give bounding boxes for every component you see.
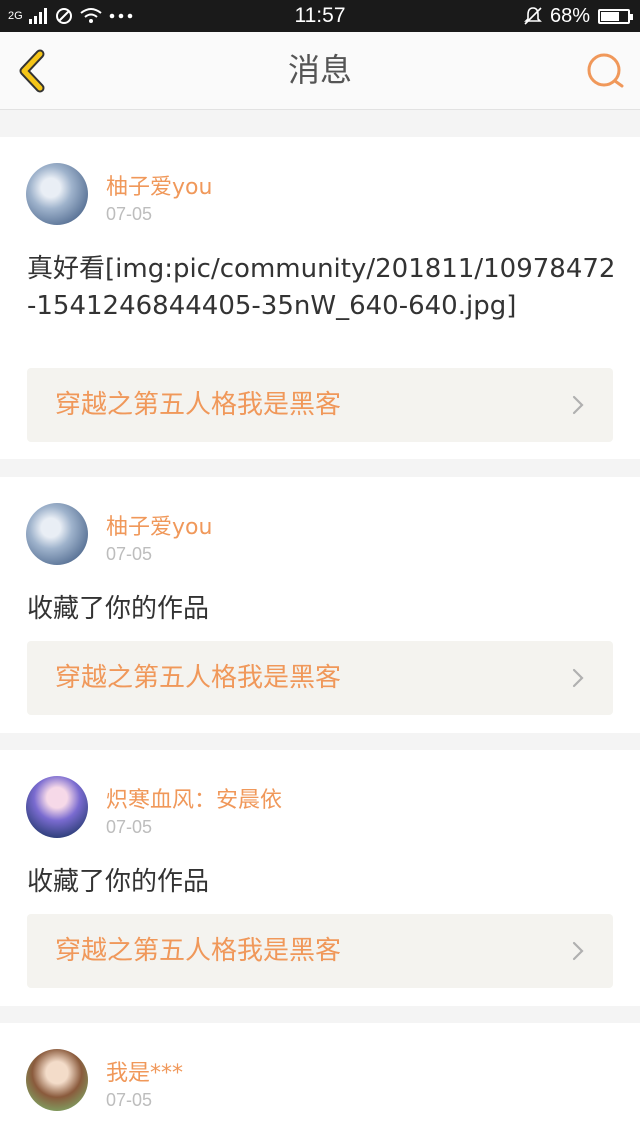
message-content: 收藏了你的作品 [27, 867, 210, 897]
message-card: 我是*** 07-05 [0, 1023, 640, 1138]
username[interactable]: 我是*** [106, 1055, 183, 1087]
search-icon [587, 53, 624, 88]
message-content: 收藏了你的作品 [27, 594, 210, 624]
username[interactable]: 柚子爱you [106, 169, 212, 201]
page-title: 消息 [287, 51, 352, 89]
chevron-right-icon [572, 395, 584, 415]
work-link[interactable]: 穿越之第五人格我是黑客 [27, 914, 613, 988]
mute-bell-icon [524, 7, 542, 25]
chevron-right-icon [572, 941, 584, 961]
message-card: 柚子爱you 07-05 真好看[img:pic/community/20181… [0, 137, 640, 459]
message-content: 真好看[img:pic/community/201811/10978472-15… [27, 254, 616, 321]
avatar[interactable] [26, 163, 88, 225]
work-link[interactable]: 穿越之第五人格我是黑客 [27, 641, 613, 715]
username[interactable]: 柚子爱you [106, 509, 212, 541]
work-title: 穿越之第五人格我是黑客 [55, 390, 342, 420]
avatar[interactable] [26, 1049, 88, 1111]
battery-icon [598, 8, 633, 24]
work-title: 穿越之第五人格我是黑客 [55, 663, 342, 693]
message-date: 07-05 [106, 817, 153, 837]
message-date: 07-05 [106, 544, 153, 564]
work-title: 穿越之第五人格我是黑客 [55, 936, 342, 966]
navigation-bar: 消息 [0, 32, 640, 110]
username[interactable]: 炽寒血风：安晨依 [106, 782, 282, 814]
message-date: 07-05 [106, 1090, 153, 1110]
battery-percent: 68% [549, 4, 590, 27]
chevron-right-icon [572, 668, 584, 688]
status-bar: 2G 11:57 68% [0, 0, 640, 32]
work-link[interactable]: 穿越之第五人格我是黑客 [27, 368, 613, 442]
message-card: 炽寒血风：安晨依 07-05 收藏了你的作品 穿越之第五人格我是黑客 [0, 750, 640, 1006]
avatar[interactable] [26, 776, 88, 838]
battery-level [601, 11, 619, 21]
search-button[interactable] [584, 50, 626, 92]
message-date: 07-05 [106, 204, 153, 224]
avatar[interactable] [26, 503, 88, 565]
message-card: 柚子爱you 07-05 收藏了你的作品 穿越之第五人格我是黑客 [0, 477, 640, 733]
status-right-icons: 68% [524, 0, 633, 32]
